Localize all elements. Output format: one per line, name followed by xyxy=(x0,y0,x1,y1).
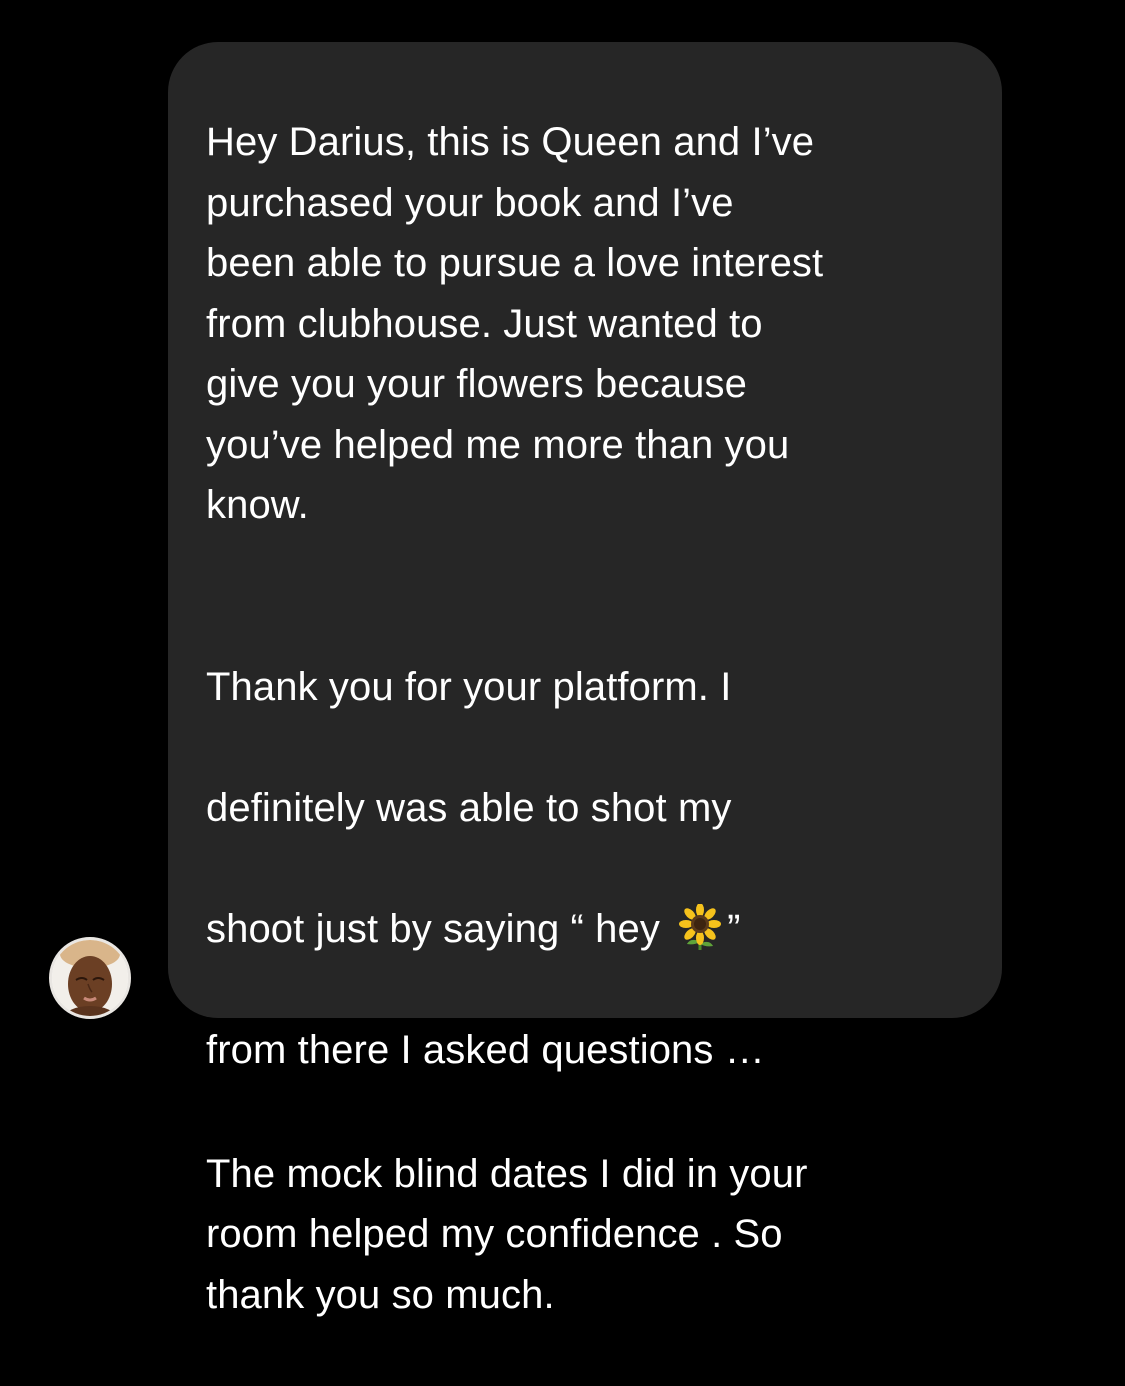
message-lines: The mock blind dates I did in your room … xyxy=(206,1151,808,1317)
message-paragraph-2: Thank you for your platform. I definitel… xyxy=(206,596,962,1386)
message-text: ” xyxy=(727,906,741,951)
message-line: shoot just by saying “ hey ” xyxy=(206,899,962,960)
profile-photo-icon xyxy=(52,940,128,1016)
message-line: definitely was able to shot my xyxy=(206,785,732,830)
message-text: shoot just by saying “ hey xyxy=(206,906,672,951)
message-line: from there I asked questions … xyxy=(206,1027,765,1072)
avatar[interactable] xyxy=(49,937,131,1019)
sunflower-emoji-icon xyxy=(677,902,723,950)
message-line: Thank you for your platform. I xyxy=(206,664,732,709)
message-bubble[interactable]: Hey Darius, this is Queen and I’ve purch… xyxy=(168,42,1002,1317)
message-paragraph-1: Hey Darius, this is Queen and I’ve purch… xyxy=(206,120,824,527)
